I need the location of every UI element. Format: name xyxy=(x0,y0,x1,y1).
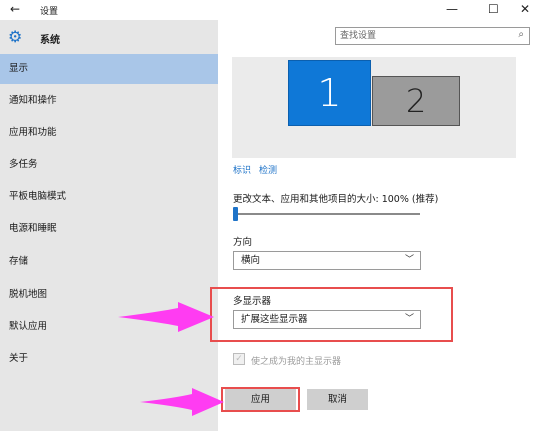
main-display-checkbox[interactable]: ✓ xyxy=(233,353,245,365)
search-input[interactable] xyxy=(340,29,510,43)
annotation-apply-box xyxy=(221,387,300,412)
orientation-label: 方向 xyxy=(233,237,253,248)
scale-label: 更改文本、应用和其他项目的大小: 100% (推荐) xyxy=(233,194,439,205)
sidebar-item-tablet-mode[interactable]: 平板电脑模式 xyxy=(0,182,218,212)
annotation-highlight-box xyxy=(210,287,453,342)
annotation-arrow-icon xyxy=(118,302,214,332)
sidebar-item-about[interactable]: 关于 xyxy=(0,344,218,374)
title-bar: ← 设置 — ☐ ✕ xyxy=(0,0,537,20)
window-title: 设置 xyxy=(40,7,59,17)
main-display-checkbox-label: 使之成为我的主显示器 xyxy=(251,357,342,367)
minimize-button[interactable]: — xyxy=(446,2,458,16)
sidebar-item-display[interactable]: 显示 xyxy=(0,54,218,84)
detect-link[interactable]: 检测 xyxy=(259,166,277,176)
gear-icon: ⚙ xyxy=(8,27,23,46)
close-button[interactable]: ✕ xyxy=(520,2,530,16)
sidebar-item-storage[interactable]: 存储 xyxy=(0,247,218,277)
orientation-value: 横向 xyxy=(241,255,261,266)
scale-slider-thumb[interactable] xyxy=(233,207,238,221)
back-button[interactable]: ← xyxy=(10,2,20,16)
scale-slider-track[interactable] xyxy=(236,213,420,215)
monitor-2[interactable]: 2 xyxy=(372,76,460,126)
monitor-1[interactable]: 1 xyxy=(288,60,371,126)
orientation-select[interactable]: 横向 ﹀ xyxy=(233,251,421,270)
search-icon[interactable]: ⌕ xyxy=(518,29,524,40)
sidebar-item-apps[interactable]: 应用和功能 xyxy=(0,118,218,148)
display-preview: 1 2 xyxy=(232,57,516,158)
sidebar-item-notifications[interactable]: 通知和操作 xyxy=(0,86,218,116)
sidebar-item-power[interactable]: 电源和睡眠 xyxy=(0,214,218,244)
display-links: 标识 检测 xyxy=(233,163,285,176)
identify-link[interactable]: 标识 xyxy=(233,166,251,176)
sidebar-item-multitasking[interactable]: 多任务 xyxy=(0,150,218,180)
sidebar: ⚙ 系统 显示 通知和操作 应用和功能 多任务 平板电脑模式 电源和睡眠 存储 … xyxy=(0,20,218,431)
search-box[interactable]: ⌕ xyxy=(335,27,530,45)
section-title: 系统 xyxy=(40,35,60,46)
section-header: ⚙ 系统 xyxy=(0,27,218,48)
cancel-button[interactable]: 取消 xyxy=(307,389,368,410)
chevron-down-icon: ﹀ xyxy=(404,255,414,265)
annotation-arrow-icon xyxy=(140,388,224,416)
maximize-button[interactable]: ☐ xyxy=(488,2,499,16)
